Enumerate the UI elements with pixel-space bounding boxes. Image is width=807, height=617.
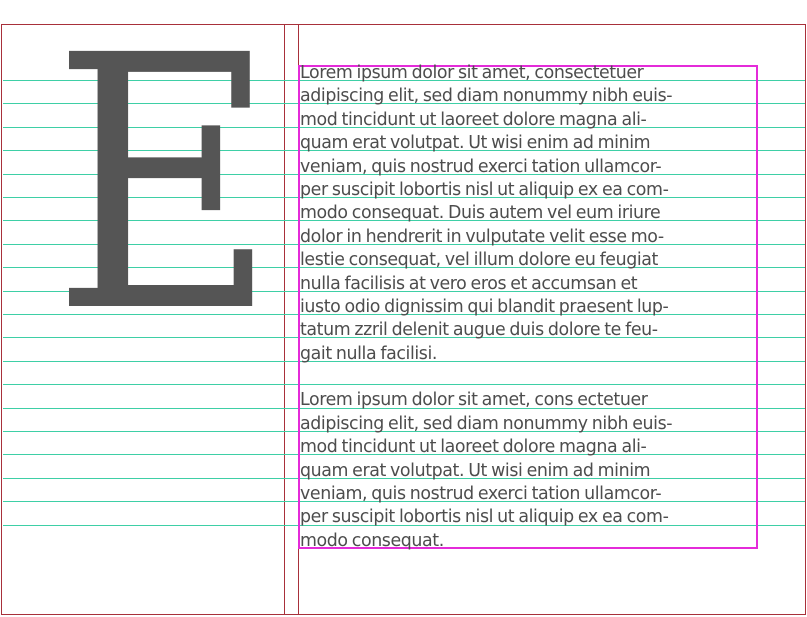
text-line: dolor in hendrerit in vulputate velit es… [300, 226, 664, 247]
text-line: quam erat volutpat. Ut wisi enim ad mini… [300, 460, 651, 481]
text-line: nulla facilisis at vero eros et accumsan… [300, 273, 638, 294]
paragraph-1: Lorem ipsum dolor sit amet, consectetuer… [300, 62, 760, 366]
text-line: veniam, quis nostrud exerci tation ullam… [300, 156, 662, 177]
text-line: Lorem ipsum dolor sit amet, cons ectetue… [300, 390, 648, 411]
drop-cap[interactable]: E [52, 10, 277, 360]
text-line: quam erat volutpat. Ut wisi enim ad mini… [300, 133, 651, 154]
text-line: iusto odio dignissim qui blandit praesen… [300, 296, 669, 317]
text-line: veniam, quis nostrud exerci tation ullam… [300, 484, 662, 505]
column-guide-left [284, 24, 285, 615]
text-line: adipiscing elit, sed diam nonummy nibh e… [300, 413, 673, 434]
paragraph-2: Lorem ipsum dolor sit amet, cons ectetue… [300, 389, 760, 553]
text-line: Lorem ipsum dolor sit amet, consectetuer [300, 63, 644, 83]
text-line: gait nulla facilisi. [300, 343, 438, 364]
text-line: modo consequat. Duis autem vel eum iriur… [300, 203, 661, 224]
text-line: per suscipit lobortis nisl ut aliquip ex… [300, 507, 669, 528]
text-line: mod tincidunt ut laoreet dolore magna al… [300, 437, 647, 458]
text-line: modo consequat. [300, 530, 444, 551]
text-line: lestie consequat, vel illum dolore eu fe… [300, 250, 658, 271]
text-line: mod tincidunt ut laoreet dolore magna al… [300, 109, 647, 130]
text-line: per suscipit lobortis nisl ut aliquip ex… [300, 179, 669, 200]
text-line: adipiscing elit, sed diam nonummy nibh e… [300, 86, 673, 107]
text-line: tatum zzril delenit augue duis dolore te… [300, 320, 658, 341]
body-text[interactable]: Lorem ipsum dolor sit amet, consectetuer… [300, 62, 760, 553]
